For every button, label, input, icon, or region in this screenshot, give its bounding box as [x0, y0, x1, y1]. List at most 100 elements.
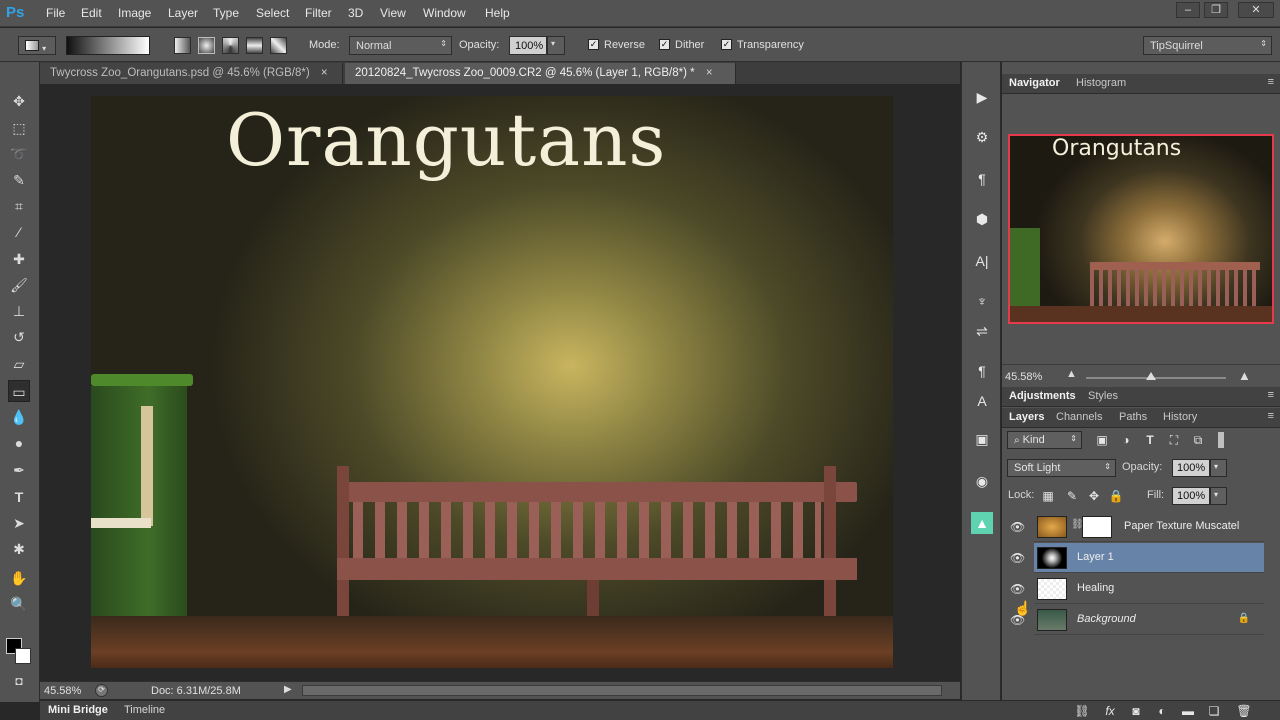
eraser-tool-icon[interactable]: ▱	[8, 353, 30, 375]
history-brush-tool-icon[interactable]: ↺	[8, 326, 30, 348]
zoom-out-icon[interactable]: ▲	[1066, 368, 1077, 380]
blur-tool-icon[interactable]: 💧	[8, 406, 30, 428]
brush-presets-icon[interactable]: ♆	[971, 290, 993, 312]
navigator-zoom-value[interactable]: 45.58%	[1005, 371, 1042, 383]
panel-menu-icon[interactable]: ≡	[1268, 76, 1274, 88]
shape-filter-icon[interactable]: ⛶	[1166, 432, 1182, 448]
close-icon[interactable]: ✕	[1238, 2, 1274, 18]
quick-mask-icon[interactable]: ◘	[8, 670, 30, 692]
eyedropper-tool-icon[interactable]: ⁄	[8, 221, 30, 243]
crop-tool-icon[interactable]: ⌗	[8, 195, 30, 217]
layer-filter-select[interactable]: ⌕ Kind ⇕	[1007, 431, 1082, 449]
lock-position-icon[interactable]: ✥	[1086, 488, 1102, 504]
blend-mode-select[interactable]: Soft Light ⇕	[1007, 459, 1116, 477]
panel-menu-icon[interactable]: ≡	[1268, 389, 1274, 401]
tab-styles[interactable]: Styles	[1088, 390, 1118, 402]
adjustment-filter-icon[interactable]: ◑	[1118, 432, 1134, 448]
restore-icon[interactable]: ❐	[1204, 2, 1228, 18]
transparency-checkbox[interactable]: ✓	[721, 39, 732, 50]
linear-gradient-button[interactable]	[174, 37, 191, 54]
minimize-icon[interactable]: –	[1176, 2, 1200, 18]
layer-row-background[interactable]: 👁 Background 🔒	[1010, 605, 1264, 635]
zoom-tool-icon[interactable]: 🔍	[8, 593, 30, 615]
paragraph-styles-icon[interactable]: ¶	[971, 360, 993, 382]
type-filter-icon[interactable]: T	[1142, 432, 1158, 448]
dodge-tool-icon[interactable]: ●	[8, 432, 30, 454]
close-tab-icon[interactable]: ×	[321, 67, 328, 79]
background-color-swatch[interactable]	[15, 648, 31, 664]
visibility-eye-icon[interactable]: 👁	[1010, 551, 1025, 565]
quick-select-tool-icon[interactable]: ✎	[8, 169, 30, 191]
document-image[interactable]: Orangutans	[91, 96, 893, 668]
adjustment-layer-icon[interactable]: ◐	[1154, 703, 1170, 719]
menu-3d[interactable]: 3D	[348, 6, 363, 20]
path-selection-tool-icon[interactable]: ➤	[8, 512, 30, 534]
mode-select[interactable]: Normal ⇕	[349, 36, 452, 55]
visibility-eye-icon[interactable]: 👁	[1010, 582, 1025, 596]
layer-row-paper-texture[interactable]: 👁 ⛓ Paper Texture Muscatel	[1010, 512, 1264, 542]
add-mask-icon[interactable]: ◙	[1128, 703, 1144, 719]
gradient-picker[interactable]	[66, 36, 150, 55]
healing-brush-tool-icon[interactable]: ✚	[8, 248, 30, 270]
reverse-checkbox[interactable]: ✓	[588, 39, 599, 50]
marquee-tool-icon[interactable]: ⬚	[8, 117, 30, 139]
paragraph-icon[interactable]: ¶	[971, 168, 993, 190]
tab-channels[interactable]: Channels	[1056, 411, 1102, 423]
share-icon[interactable]: ⟳	[95, 684, 108, 697]
status-zoom[interactable]: 45.58%	[44, 685, 81, 697]
workspace-select[interactable]: TipSquirrel ⇕	[1143, 36, 1272, 55]
menu-layer[interactable]: Layer	[168, 6, 198, 20]
character-icon[interactable]: A|	[971, 250, 993, 272]
tab-adjustments[interactable]: Adjustments	[1009, 390, 1076, 402]
diamond-gradient-button[interactable]	[270, 37, 287, 54]
filter-toggle[interactable]	[1218, 432, 1224, 448]
menu-image[interactable]: Image	[118, 6, 151, 20]
menu-window[interactable]: Window	[423, 6, 466, 20]
fx-icon[interactable]: fx	[1102, 703, 1118, 719]
reflected-gradient-button[interactable]	[246, 37, 263, 54]
move-tool-icon[interactable]: ✥	[8, 90, 30, 112]
swatches-icon[interactable]: ▲	[971, 512, 993, 534]
menu-type[interactable]: Type	[213, 6, 239, 20]
tab-mini-bridge[interactable]: Mini Bridge	[48, 704, 108, 716]
properties-icon[interactable]: ◉	[971, 470, 993, 492]
info-icon[interactable]: ▣	[971, 428, 993, 450]
tab-orangutans-psd[interactable]: Twycross Zoo_Orangutans.psd @ 45.6% (RGB…	[40, 63, 343, 84]
lock-all-icon[interactable]: 🔒	[1108, 488, 1124, 504]
tab-history[interactable]: History	[1163, 411, 1197, 423]
link-layers-icon[interactable]: ⛓	[1074, 703, 1090, 719]
trash-icon[interactable]: 🗑	[1236, 703, 1252, 719]
tool-presets-icon[interactable]: ⇌	[971, 320, 993, 342]
horizontal-scrollbar[interactable]	[302, 685, 942, 696]
radial-gradient-button[interactable]	[198, 37, 215, 54]
pixel-filter-icon[interactable]: ▣	[1094, 432, 1110, 448]
lock-transparent-icon[interactable]: ▦	[1040, 488, 1056, 504]
tool-preset-picker[interactable]: ▾	[18, 36, 56, 55]
play-icon[interactable]: ▶	[284, 684, 292, 695]
dither-checkbox[interactable]: ✓	[659, 39, 670, 50]
layer-mask-thumbnail[interactable]	[1082, 516, 1112, 538]
menu-select[interactable]: Select	[256, 6, 289, 20]
clone-source-icon[interactable]: ⚙	[971, 126, 993, 148]
menu-file[interactable]: File	[46, 6, 65, 20]
opacity-field[interactable]: 100%	[509, 36, 547, 55]
chevron-down-icon[interactable]: ▾	[1210, 459, 1227, 477]
character-styles-icon[interactable]: A	[971, 390, 993, 412]
brush-tool-icon[interactable]: 🖌	[8, 274, 30, 296]
pen-tool-icon[interactable]: ✒	[8, 459, 30, 481]
type-tool-icon[interactable]: T	[8, 486, 30, 508]
panel-menu-icon[interactable]: ≡	[1268, 410, 1274, 422]
new-layer-icon[interactable]: ❏	[1206, 703, 1222, 719]
layer-row-healing[interactable]: 👁 Healing	[1010, 574, 1264, 604]
fill-field[interactable]: 100%	[1172, 487, 1210, 505]
zoom-slider-track[interactable]	[1086, 377, 1226, 379]
chevron-down-icon[interactable]: ▾	[547, 36, 565, 55]
tab-timeline[interactable]: Timeline	[124, 704, 165, 716]
custom-shape-tool-icon[interactable]: ✱	[8, 538, 30, 560]
chevron-down-icon[interactable]: ▾	[1210, 487, 1227, 505]
tab-layers[interactable]: Layers	[1009, 411, 1044, 423]
3d-cube-icon[interactable]: ⬢	[971, 208, 993, 230]
tab-histogram[interactable]: Histogram	[1076, 77, 1126, 89]
lasso-tool-icon[interactable]: ➰	[8, 143, 30, 165]
hand-tool-icon[interactable]: ✋	[8, 567, 30, 589]
